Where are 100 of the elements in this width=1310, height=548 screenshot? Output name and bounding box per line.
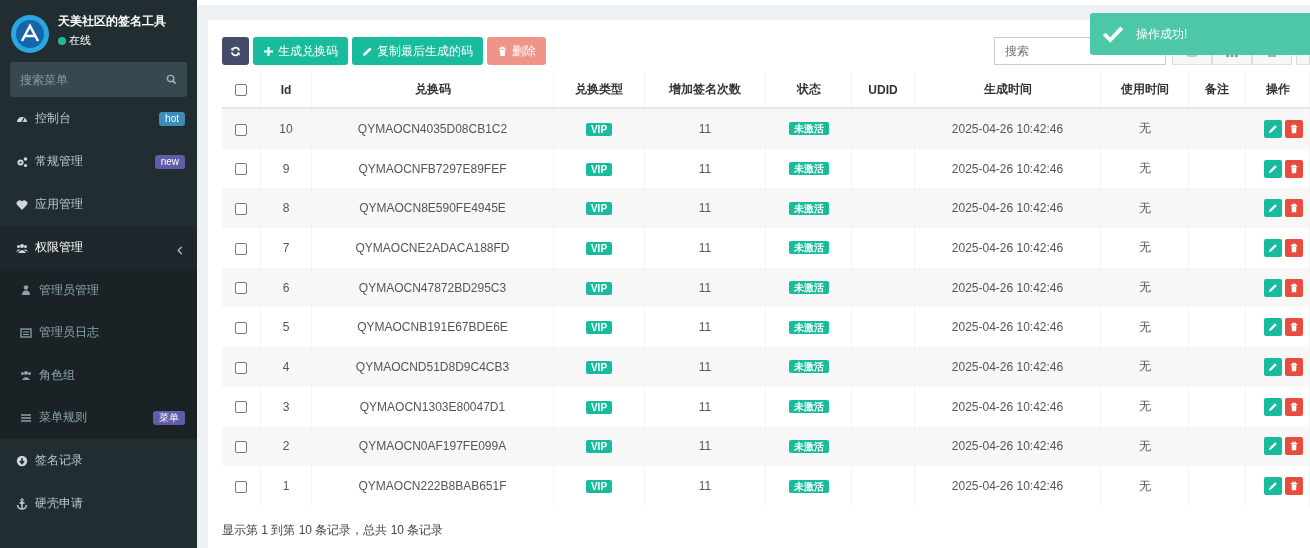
table-cell: 11 <box>644 228 766 268</box>
edit-button[interactable] <box>1264 199 1282 218</box>
user-icon <box>20 284 32 297</box>
pencil-icon <box>1268 123 1278 134</box>
status-label: 未激活 <box>788 122 829 136</box>
menu-item[interactable]: 应用管理 <box>0 183 197 226</box>
menu-item[interactable]: 权限管理 <box>0 226 197 269</box>
delete-button[interactable] <box>1285 437 1303 456</box>
trash-icon <box>1289 441 1299 452</box>
delete-button[interactable] <box>1285 238 1303 257</box>
table-cell: QYMAOCN8E590FE4945E <box>311 188 554 229</box>
table-cell: 11 <box>644 188 766 229</box>
delete-button[interactable] <box>1285 318 1303 337</box>
trash-icon <box>1289 322 1299 333</box>
row-checkbox[interactable] <box>235 282 247 295</box>
status-label: 未激活 <box>788 320 829 334</box>
select-all-checkbox[interactable] <box>235 84 247 97</box>
type-label: VIP <box>585 400 613 414</box>
table-cell: 无 <box>1100 108 1189 149</box>
table-cell: QYMAOCN1303E80047D1 <box>311 386 554 427</box>
type-label: VIP <box>585 281 613 295</box>
row-checkbox[interactable] <box>235 242 247 255</box>
submenu-item[interactable]: 管理员日志 <box>0 311 197 354</box>
table-cell: 11 <box>644 347 766 387</box>
delete-button[interactable] <box>1285 477 1303 496</box>
download-icon <box>16 454 28 467</box>
edit-button[interactable] <box>1264 437 1282 456</box>
edit-button[interactable] <box>1264 278 1282 297</box>
refresh-button[interactable] <box>222 37 249 65</box>
trash-icon <box>497 45 508 57</box>
table-cell: 2025-04-26 10:42:46 <box>914 466 1101 506</box>
table-cell: 无 <box>1100 426 1189 467</box>
edit-button[interactable] <box>1264 357 1282 376</box>
table-cell: 无 <box>1100 267 1189 308</box>
menu-item[interactable]: 硬壳申请 <box>0 482 197 525</box>
row-checkbox[interactable] <box>235 322 247 335</box>
status-label: 未激活 <box>788 400 829 414</box>
submenu-item[interactable]: 菜单规则 菜单 <box>0 396 197 439</box>
edit-button[interactable] <box>1264 238 1282 257</box>
submenu-item[interactable]: 角色组 <box>0 354 197 397</box>
delete-button[interactable] <box>1285 199 1303 218</box>
table-cell: 10 <box>260 108 312 149</box>
row-checkbox[interactable] <box>235 441 247 454</box>
submenu-item[interactable]: 管理员管理 <box>0 269 197 312</box>
table-cell: 4 <box>260 347 312 387</box>
trash-icon <box>1289 163 1299 174</box>
row-checkbox[interactable] <box>235 401 247 414</box>
pencil-icon <box>1268 401 1278 412</box>
table-cell: 2025-04-26 10:42:46 <box>914 347 1101 387</box>
delete-button[interactable] <box>1285 397 1303 416</box>
menu-search-field[interactable]: 搜索菜单 <box>10 62 187 97</box>
row-checkbox[interactable] <box>235 361 247 374</box>
edit-button[interactable] <box>1264 159 1282 178</box>
edit-button[interactable] <box>1264 318 1282 337</box>
status-label: 未激活 <box>788 281 829 295</box>
type-label: VIP <box>585 162 613 176</box>
delete-button[interactable] <box>1285 278 1303 297</box>
cogs-icon <box>16 155 28 168</box>
delete-button[interactable] <box>1285 357 1303 376</box>
table-cell: QYMAOCN47872BD295C3 <box>311 267 554 308</box>
delete-button[interactable] <box>1285 159 1303 178</box>
anchor-icon <box>16 497 28 510</box>
table-cell: 2025-04-26 10:42:46 <box>914 108 1101 149</box>
row-checkbox[interactable] <box>235 163 247 176</box>
status-label: 未激活 <box>788 162 829 176</box>
row-checkbox[interactable] <box>235 203 247 216</box>
edit-button[interactable] <box>1264 119 1282 138</box>
pencil-icon <box>1268 282 1278 293</box>
edit-button[interactable] <box>1264 397 1282 416</box>
table-cell: 1 <box>260 466 312 506</box>
table-cell: 11 <box>644 108 766 149</box>
menu-item[interactable]: 签名记录 <box>0 439 197 482</box>
edit-button[interactable] <box>1264 477 1282 496</box>
table-cell: QYMAOCN0AF197FE099A <box>311 426 554 467</box>
row-checkbox[interactable] <box>235 480 247 493</box>
trash-icon <box>1289 401 1299 412</box>
row-checkbox[interactable] <box>235 123 247 136</box>
heart-icon <box>16 198 28 211</box>
table-cell: 11 <box>644 386 766 427</box>
menu-badge: new <box>154 154 185 169</box>
type-label: VIP <box>585 360 613 374</box>
menu-badge: 菜单 <box>153 410 185 425</box>
plus-icon <box>263 45 274 57</box>
trash-icon <box>1289 203 1299 214</box>
type-label: VIP <box>585 480 613 494</box>
type-label: VIP <box>585 440 613 454</box>
table-cell: QYMAOCNE2ADACA188FD <box>311 228 554 268</box>
type-label: VIP <box>585 241 613 255</box>
table-cell: 2025-04-26 10:42:46 <box>914 188 1101 229</box>
search-icon <box>166 74 177 85</box>
menu-item[interactable]: 控制台 hot <box>0 97 197 140</box>
menu-item[interactable]: 常规管理 new <box>0 140 197 183</box>
table-cell: QYMAOCN222B8BAB651F <box>311 466 554 506</box>
table-cell: 11 <box>644 426 766 467</box>
status-label: 未激活 <box>788 360 829 374</box>
table-cell: 无 <box>1100 466 1189 506</box>
status-label: 未激活 <box>788 201 829 215</box>
trash-icon <box>1289 123 1299 134</box>
status-label: 未激活 <box>788 439 829 453</box>
delete-button[interactable] <box>1285 119 1303 138</box>
